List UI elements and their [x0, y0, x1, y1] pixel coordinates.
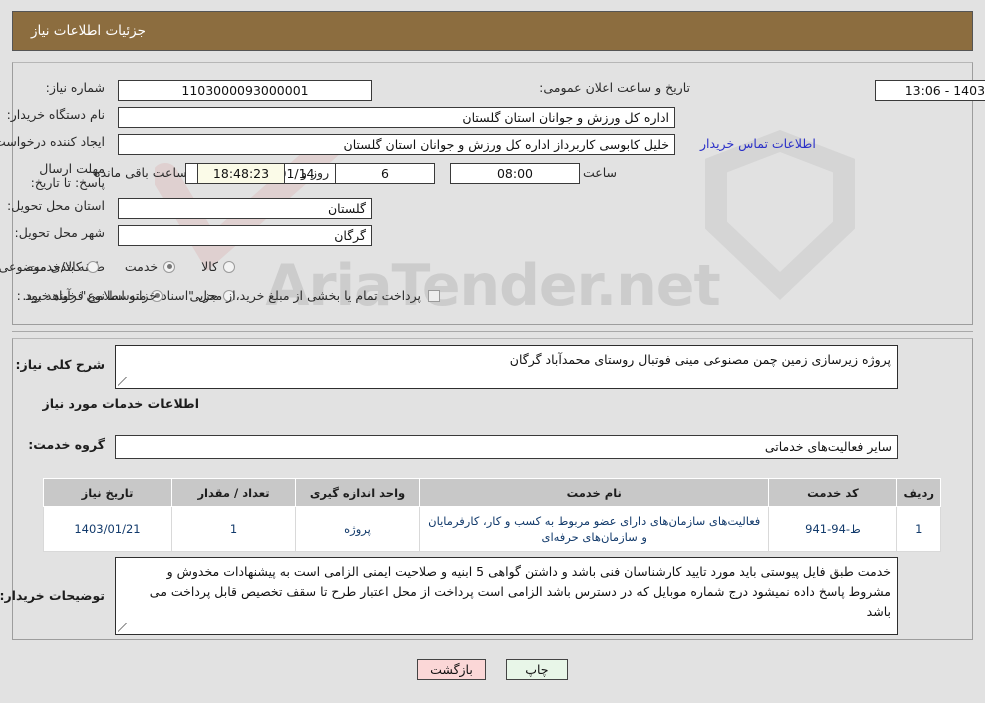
province-label-wrap: استان محل تحویل:	[1, 198, 105, 213]
back-button[interactable]: بازگشت	[417, 659, 486, 680]
treasury-checkbox-row[interactable]: پرداخت تمام یا بخشی از مبلغ خرید،از محل …	[22, 288, 440, 303]
city-label: شهر محل تحویل:	[14, 225, 105, 240]
province-value: گلستان	[118, 198, 372, 219]
page-title: جزئیات اطلاعات نیاز	[31, 23, 146, 39]
service-group-label: گروه خدمت:	[28, 437, 105, 452]
category-option-label: کالا/خدمت	[27, 259, 82, 274]
deadline-time-value: 08:00	[450, 163, 580, 184]
action-button-row: بازگشت چاپ	[0, 659, 985, 680]
page-root: AriaTender.net جزئیات اطلاعات نیاز شماره…	[0, 0, 985, 703]
need-number-value: 1103000093000001	[118, 80, 372, 101]
radio-icon[interactable]	[163, 260, 176, 273]
buyer-notes-label: توضیحات خریدار:	[0, 588, 105, 603]
announce-date-label: تاریخ و ساعت اعلان عمومی:	[539, 80, 690, 95]
table-header-row: ردیف کد خدمت نام خدمت واحد اندازه گیری ت…	[43, 478, 941, 507]
need-number-label: شماره نیاز:	[45, 80, 105, 95]
services-heading: اطلاعات خدمات مورد نیاز	[42, 396, 200, 411]
category-option-kala-khedmat[interactable]: کالا/خدمت	[27, 259, 99, 274]
category-option-label: کالا	[201, 259, 218, 274]
description-textarea[interactable]: پروژه زیرسازی زمین چمن مصنوعی مینی فوتبا…	[115, 345, 898, 389]
province-label: استان محل تحویل:	[6, 198, 105, 213]
deadline-countdown-label: ساعت باقی مانده	[94, 165, 187, 180]
buyer-notes-textarea[interactable]: خدمت طبق فایل پیوستی باید مورد تایید کار…	[115, 557, 898, 635]
service-group-value: سایر فعالیت‌های خدماتی	[115, 435, 898, 459]
category-radio-group: کالا خدمت کالا/خدمت	[27, 259, 235, 274]
announce-label-wrap: تاریخ و ساعت اعلان عمومی:	[533, 80, 696, 95]
buyer-org-label-wrap: نام دستگاه خریدار:	[1, 107, 105, 122]
section-divider	[12, 331, 973, 332]
th-quantity: تعداد / مقدار	[171, 478, 296, 507]
checkbox-icon[interactable]	[428, 289, 440, 302]
deadline-time-label: ساعت	[582, 165, 617, 180]
radio-icon[interactable]	[86, 260, 99, 273]
category-option-khedmat[interactable]: خدمت	[124, 259, 176, 274]
radio-icon[interactable]	[223, 260, 235, 273]
cell-need-date: 1403/01/21	[43, 506, 172, 552]
need-info-panel	[12, 62, 973, 325]
category-option-kala[interactable]: کالا	[201, 259, 235, 274]
requester-label-wrap: ایجاد کننده درخواست:	[0, 134, 105, 149]
description-label: شرح کلی نیاز:	[15, 357, 105, 372]
print-button[interactable]: چاپ	[505, 659, 568, 680]
city-label-wrap: شهر محل تحویل:	[9, 225, 105, 240]
buyer-org-value: اداره کل ورزش و جوانان استان گلستان	[118, 107, 675, 128]
th-date: تاریخ نیاز	[43, 478, 172, 507]
treasury-checkbox-label: پرداخت تمام یا بخشی از مبلغ خرید،از محل …	[22, 288, 421, 303]
cell-code: ط-94-941	[768, 506, 898, 552]
requester-label: ایجاد کننده درخواست:	[0, 134, 105, 149]
th-code: کد خدمت	[768, 478, 898, 507]
buyer-org-label: نام دستگاه خریدار:	[6, 107, 105, 122]
th-row: ردیف	[896, 478, 941, 507]
field-need-number-label-wrap: شماره نیاز:	[40, 80, 105, 95]
deadline-days-label: روز و	[301, 165, 330, 180]
city-value: گرگان	[118, 225, 372, 246]
category-option-label: خدمت	[124, 259, 159, 274]
th-unit: واحد اندازه گیری	[295, 478, 420, 507]
services-table: ردیف کد خدمت نام خدمت واحد اندازه گیری ت…	[43, 478, 941, 552]
deadline-days-value: 6	[335, 163, 435, 184]
cell-name: فعالیت‌های سازمان‌های دارای عضو مربوط به…	[418, 506, 770, 552]
buyer-contact-link[interactable]: اطلاعات تماس خریدار	[700, 136, 816, 151]
th-name: نام خدمت	[418, 478, 770, 507]
requester-value: خلیل کابوسی کاربرداز اداره کل ورزش و جوا…	[118, 134, 675, 155]
page-header-bar: جزئیات اطلاعات نیاز	[12, 11, 973, 51]
cell-unit: پروژه	[295, 506, 420, 552]
cell-row: 1	[896, 506, 941, 552]
cell-quantity: 1	[171, 506, 296, 552]
deadline-countdown-value: 18:48:23	[197, 163, 285, 184]
table-row: 1 ط-94-941 فعالیت‌های سازمان‌های دارای ع…	[43, 506, 941, 552]
announce-date-value: 1403/01/07 - 13:06	[875, 80, 985, 101]
